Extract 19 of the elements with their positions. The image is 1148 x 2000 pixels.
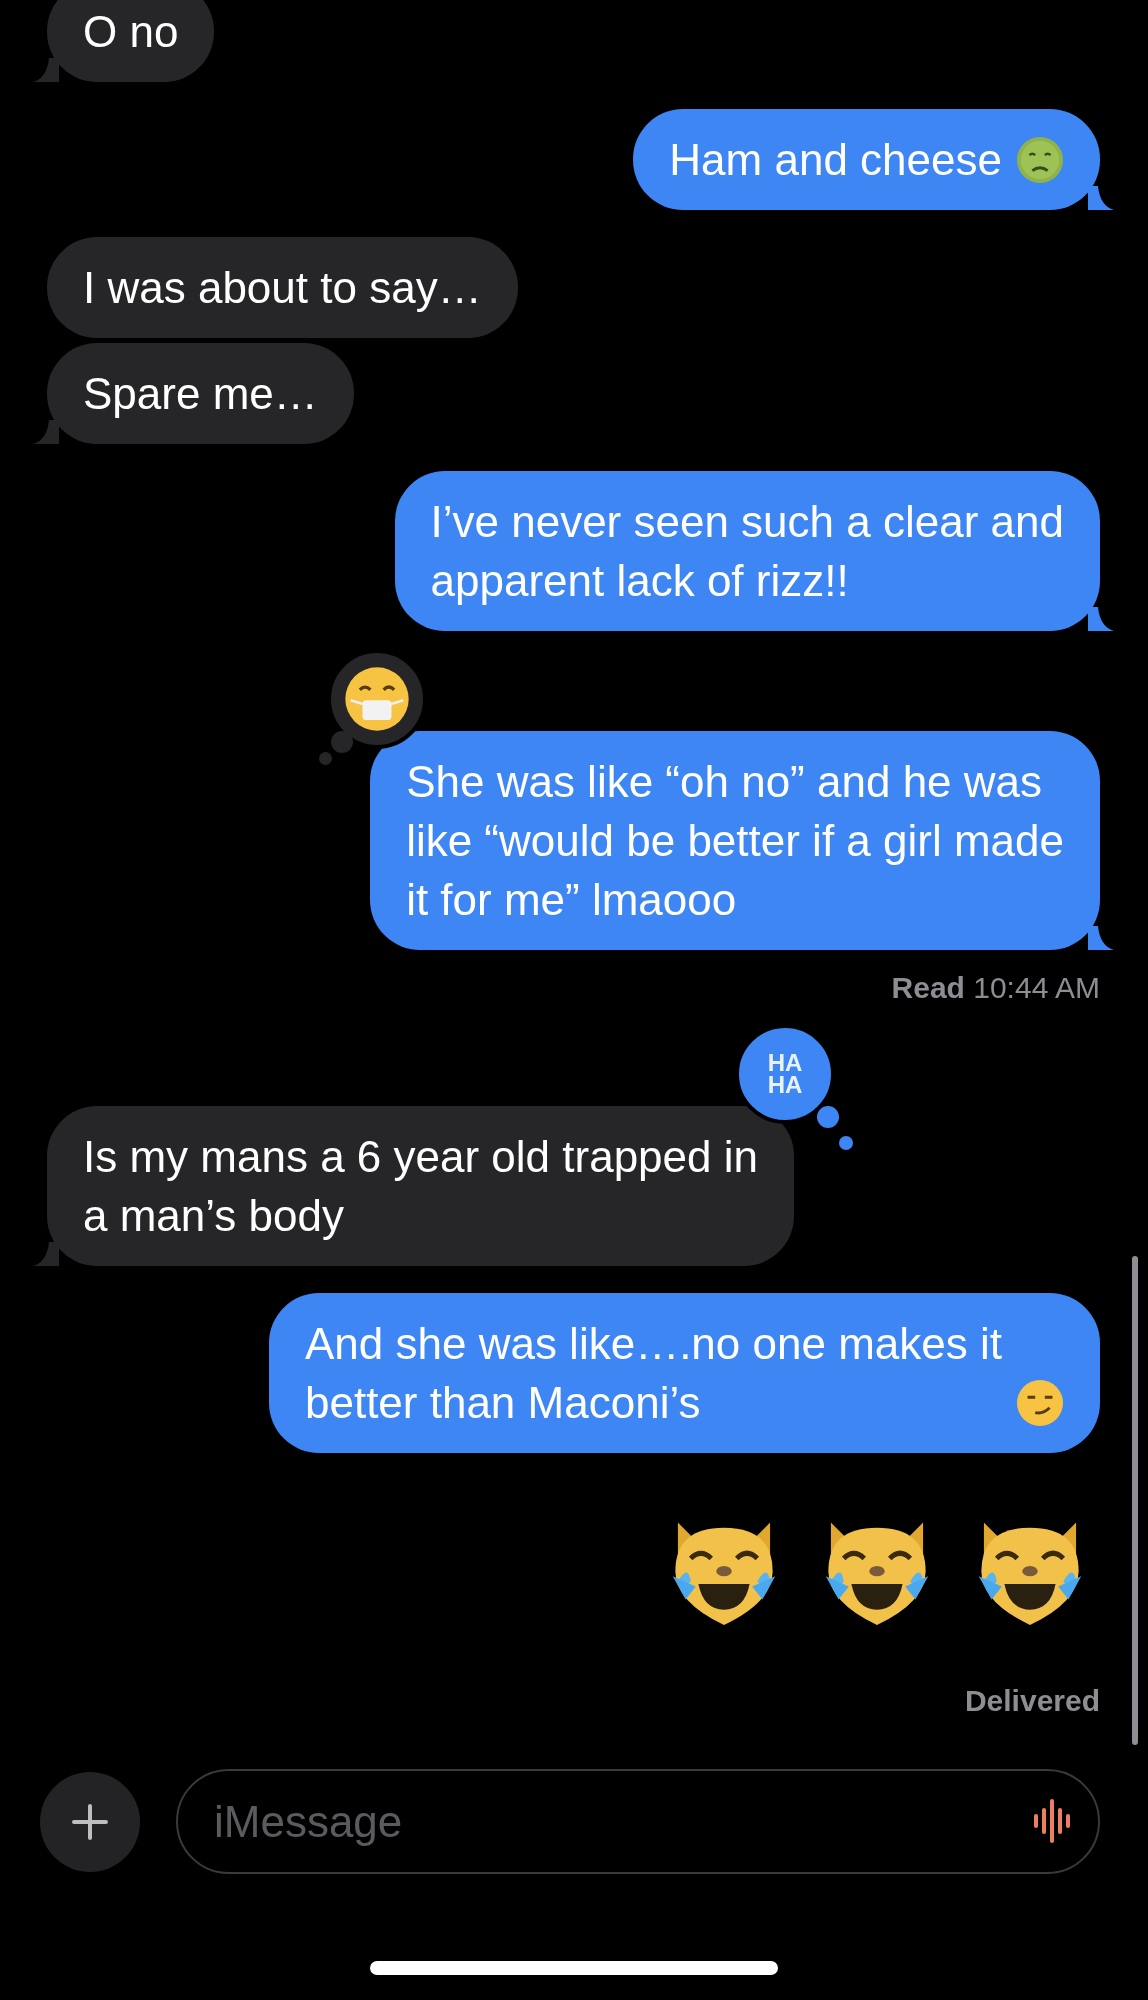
plus-icon bbox=[70, 1801, 110, 1842]
message-text: Ham and cheese bbox=[669, 134, 1002, 186]
message-text: Is my mans a 6 year old trapped in a man’s body bbox=[83, 1131, 758, 1242]
message-text: Spare me… bbox=[83, 368, 318, 420]
audio-waveform-icon bbox=[1034, 1799, 1070, 1843]
nauseated-face-icon bbox=[1016, 136, 1064, 184]
message-text: She was like “oh no” and he was like “would be better if a girl made it for me” lmaooo bbox=[406, 756, 1064, 926]
message-field[interactable]: iMessage bbox=[176, 1769, 1100, 1874]
smirking-face-icon bbox=[1016, 1379, 1064, 1427]
reaction-dot bbox=[817, 1106, 839, 1128]
read-receipt: Delivered bbox=[964, 1683, 1100, 1719]
reaction-dot bbox=[839, 1136, 853, 1150]
message-text: O no bbox=[83, 6, 179, 58]
message-text: I’ve never seen such a clear and apparent lack of rizz!! bbox=[430, 496, 1064, 607]
haha-label: HA HA bbox=[767, 1052, 803, 1096]
message-text: And she was like….no one makes it better than Maconi’s bbox=[304, 1318, 1002, 1429]
read-receipt: Read 10:44 AM bbox=[891, 970, 1100, 1006]
masked-face-icon bbox=[344, 666, 411, 732]
message-text: I was about to say… bbox=[83, 262, 482, 314]
